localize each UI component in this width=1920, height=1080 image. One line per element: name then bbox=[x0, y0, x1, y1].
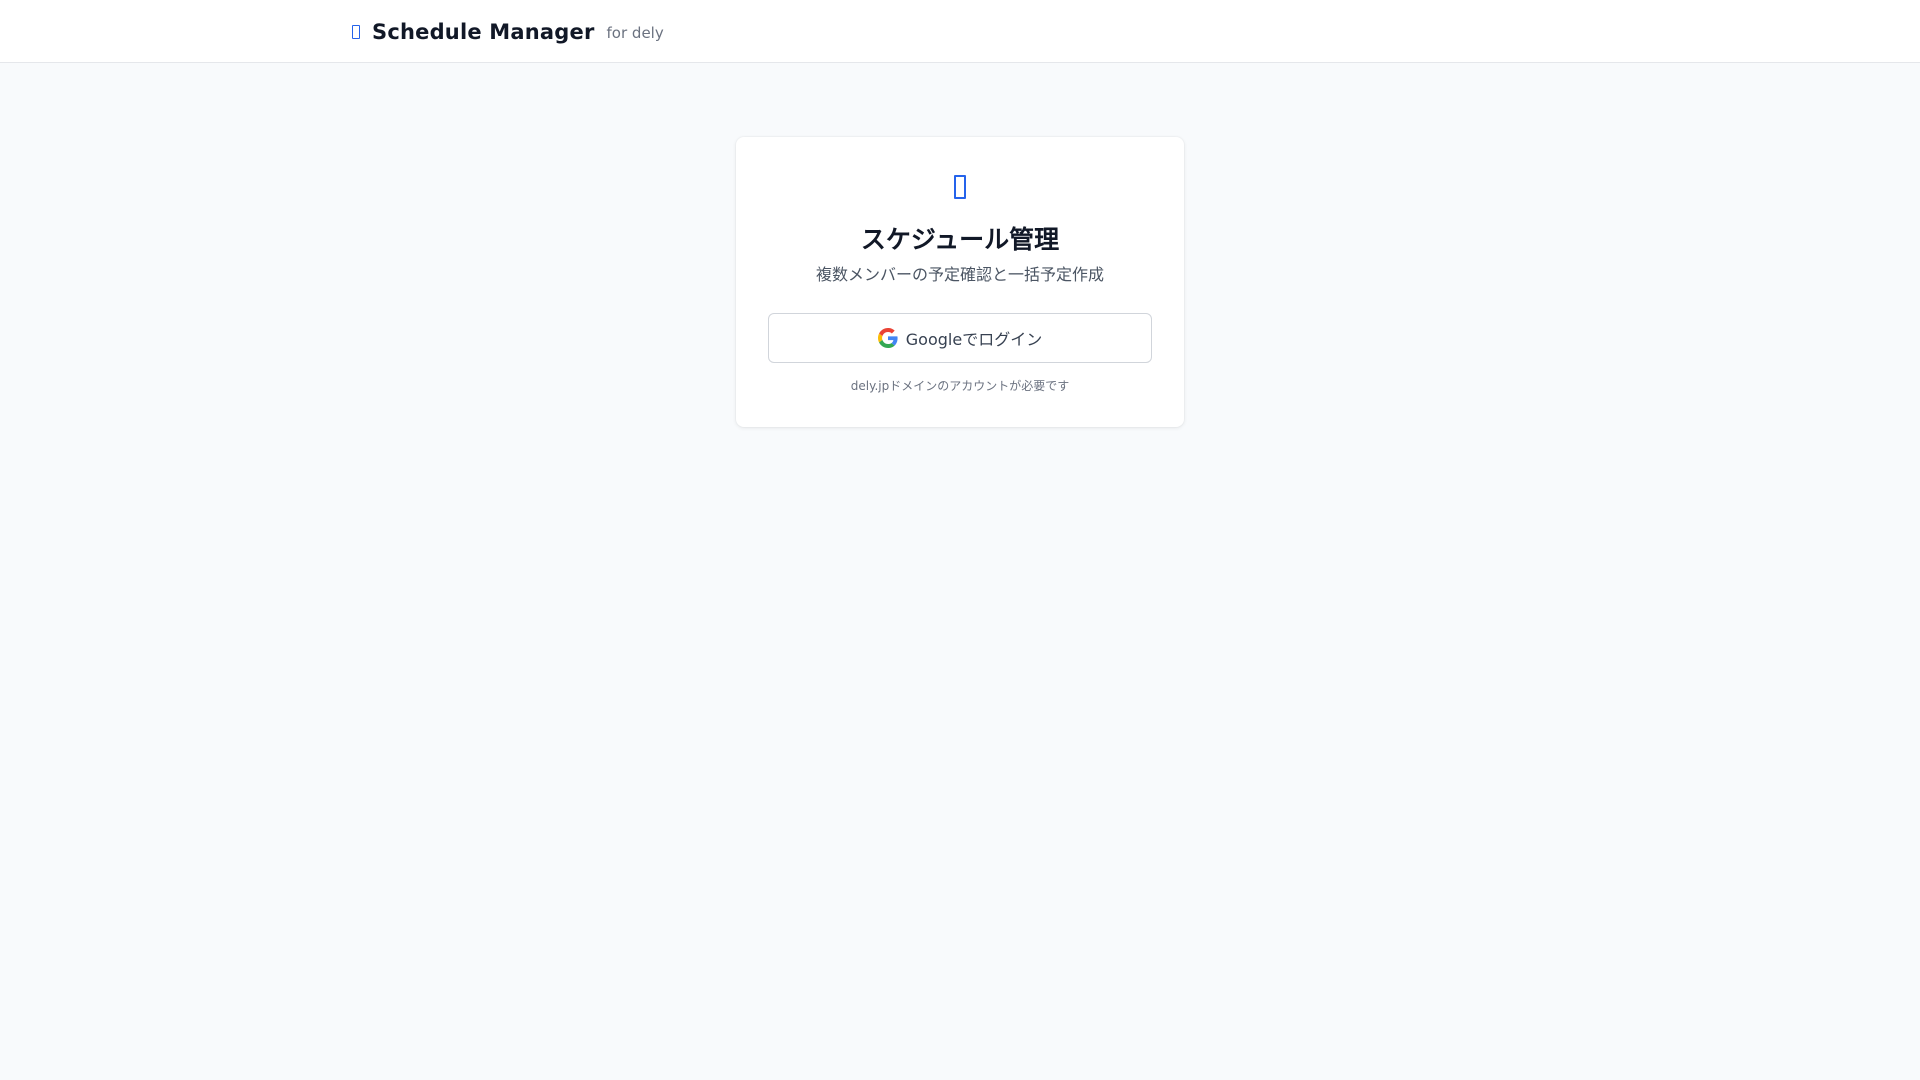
calendar-icon bbox=[954, 175, 966, 199]
login-title: スケジュール管理 bbox=[860, 225, 1060, 254]
google-login-label: Googleでログイン bbox=[905, 330, 1043, 349]
brand[interactable]: Schedule Manager for dely bbox=[352, 0, 664, 63]
google-login-button[interactable]: Googleでログイン bbox=[768, 313, 1152, 363]
app-subtitle: for dely bbox=[606, 23, 664, 42]
domain-requirement-note: dely.jpドメインのアカウントが必要です bbox=[850, 379, 1070, 393]
google-icon bbox=[877, 328, 898, 348]
app-title: Schedule Manager bbox=[372, 19, 595, 44]
login-subtitle: 複数メンバーの予定確認と一括予定作成 bbox=[815, 265, 1104, 284]
login-card: スケジュール管理 複数メンバーの予定確認と一括予定作成 Googleでログイン … bbox=[736, 137, 1184, 427]
top-navigation-bar: Schedule Manager for dely bbox=[0, 0, 1920, 63]
calendar-icon bbox=[352, 24, 360, 39]
